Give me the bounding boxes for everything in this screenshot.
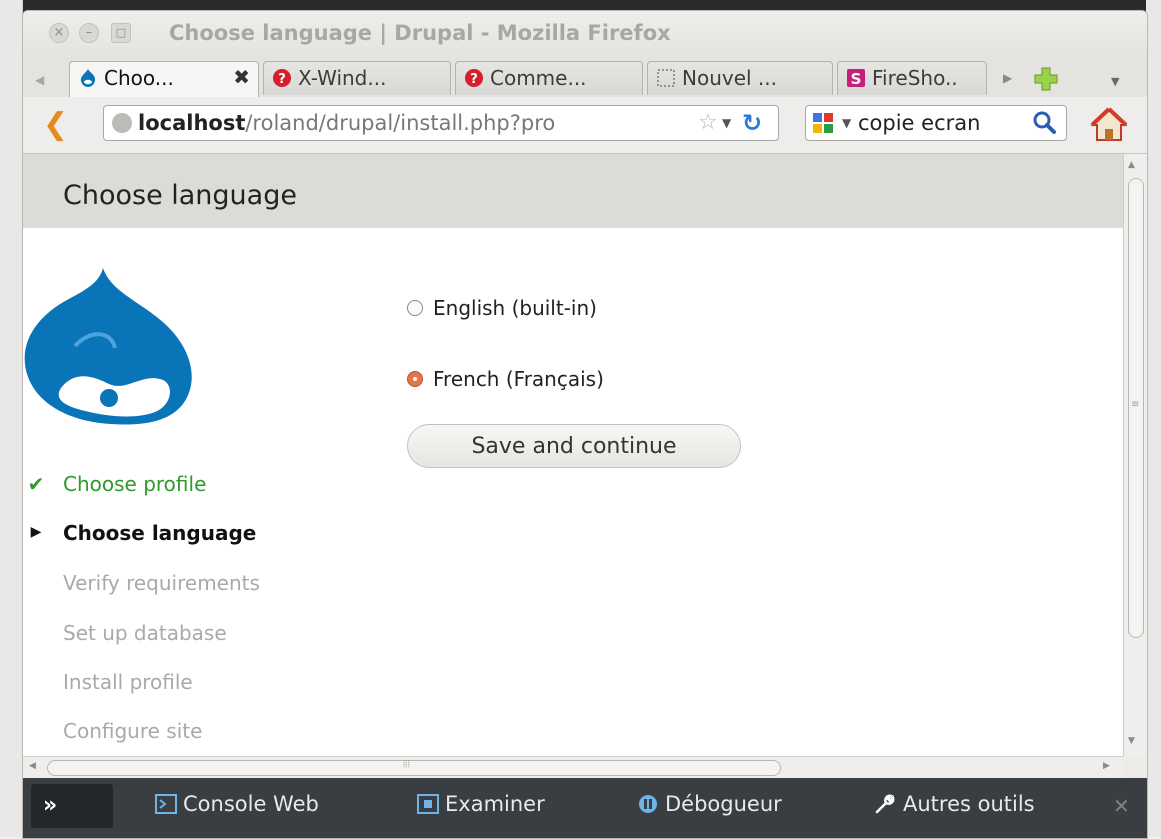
desktop-background-right (1146, 0, 1161, 837)
tab-label: FireSho.. (872, 66, 958, 90)
url-host: localhost (138, 111, 246, 135)
maximize-window-button[interactable]: □ (111, 23, 131, 43)
history-dropdown-icon[interactable]: ▼ (722, 116, 731, 130)
drupal-logo (24, 268, 192, 425)
pause-icon (639, 795, 657, 813)
grip-icon: ≡ (1131, 399, 1140, 410)
tab-label: Nouvel ... (682, 66, 777, 90)
title-bar: × – □ Choose language | Drupal - Mozilla… (23, 11, 1147, 57)
radio-english[interactable] (407, 300, 423, 316)
tab-label: Choo... (104, 66, 174, 90)
scroll-down-icon[interactable]: ▼ (1128, 736, 1135, 746)
svg-text:S: S (851, 70, 862, 88)
tab-choose-language[interactable]: Choo... ✖ (69, 61, 259, 97)
tab-scroll-left-icon[interactable]: ◀ (35, 73, 44, 87)
help-icon: ? (273, 69, 291, 87)
examiner-label: Examiner (445, 792, 545, 816)
close-window-button[interactable]: × (49, 23, 69, 43)
fireshot-icon: S (847, 69, 865, 88)
wrench-icon (875, 794, 895, 814)
search-input[interactable]: copie ecran (858, 111, 980, 135)
step-label: Configure site (63, 719, 203, 743)
step-install-profile: Install profile (63, 670, 193, 694)
checkmark-icon: ✔ (27, 472, 45, 496)
tab-scroll-right-icon[interactable]: ▶ (1003, 71, 1012, 85)
desktop-background-left (0, 0, 23, 837)
step-configure-site: Configure site (63, 719, 202, 743)
url-bar[interactable]: localhost/roland/drupal/install.php?pro … (103, 105, 779, 141)
step-label: Install profile (63, 670, 193, 694)
tab-comment[interactable]: ? Comme... (455, 61, 643, 95)
developer-toolbar: » Console Web Examiner Débogueur Autres … (23, 778, 1147, 838)
drupal-icon (80, 69, 96, 87)
google-icon (813, 113, 833, 133)
url-text: localhost/roland/drupal/install.php?pro (138, 111, 555, 135)
tab-fireshot[interactable]: S FireSho.. (837, 61, 987, 95)
tab-label: Comme... (490, 66, 587, 90)
bookmark-star-icon[interactable]: ☆ (698, 110, 718, 135)
step-choose-profile: ✔ Choose profile (28, 472, 207, 496)
help-icon: ? (465, 69, 483, 87)
reload-icon[interactable]: ↻ (742, 109, 762, 137)
tab-label: X-Wind... (298, 66, 387, 90)
firefox-window: × – □ Choose language | Drupal - Mozilla… (22, 10, 1148, 839)
home-icon[interactable] (1089, 105, 1129, 145)
step-label: Choose language (63, 521, 257, 545)
radio-label-english[interactable]: English (built-in) (433, 296, 597, 320)
tab-strip: ◀ Choo... ✖ ? X-Wind... ? Comme... Nouve… (23, 57, 1147, 98)
url-path: /roland/drupal/install.php?pro (245, 111, 556, 135)
back-arrow-icon[interactable]: ❮ (43, 107, 68, 142)
window-title: Choose language | Drupal - Mozilla Firef… (169, 21, 671, 45)
svg-text:?: ? (470, 72, 478, 87)
page-content: Choose language English (built-in) Frenc… (23, 154, 1123, 756)
search-icon[interactable] (1032, 110, 1056, 134)
scroll-right-icon[interactable]: ▶ (1103, 761, 1110, 771)
console-icon (155, 794, 177, 814)
tab-x-window[interactable]: ? X-Wind... (263, 61, 451, 95)
scroll-left-icon[interactable]: ◀ (29, 761, 36, 771)
radio-label-french[interactable]: French (Français) (433, 367, 604, 391)
console-web-button[interactable]: Console Web (155, 792, 319, 816)
globe-icon (112, 113, 132, 133)
step-label: Verify requirements (63, 571, 260, 595)
dotted-square-icon (657, 69, 675, 87)
grip-icon: ⦙⦙⦙ (403, 759, 410, 770)
horizontal-scrollbar[interactable]: ◀ ⦙⦙⦙ ▶ (23, 756, 1123, 779)
horizontal-scroll-thumb[interactable] (47, 760, 781, 776)
current-step-arrow-icon: ▶ (30, 524, 42, 540)
console-web-label: Console Web (183, 792, 319, 816)
close-devtools-icon[interactable]: ✕ (1113, 794, 1130, 818)
step-label: Set up database (63, 621, 227, 645)
search-engine-dropdown-icon[interactable]: ▼ (842, 116, 851, 130)
debugger-button[interactable]: Débogueur (637, 792, 782, 816)
debugger-label: Débogueur (665, 792, 782, 816)
vertical-scrollbar[interactable]: ▲ ≡ ▼ (1123, 154, 1147, 756)
other-tools-button[interactable]: Autres outils (875, 792, 1035, 816)
scroll-up-icon[interactable]: ▲ (1128, 160, 1135, 170)
inspector-icon (417, 794, 439, 814)
devtools-toggle-button[interactable]: » (31, 784, 113, 828)
step-verify-requirements: Verify requirements (63, 571, 260, 595)
step-choose-language: ▶ Choose language (31, 521, 257, 545)
navigation-bar: ❮ localhost/roland/drupal/install.php?pr… (23, 97, 1147, 154)
step-set-up-database: Set up database (63, 621, 227, 645)
examiner-button[interactable]: Examiner (417, 792, 545, 816)
svg-text:?: ? (278, 72, 286, 87)
step-label: Choose profile (63, 472, 207, 496)
search-bar[interactable]: ▼ copie ecran (805, 105, 1067, 141)
radio-french[interactable] (407, 371, 423, 387)
tab-list-chevron-down-icon[interactable]: ▼ (1111, 75, 1119, 88)
tab-close-icon[interactable]: ✖ (233, 65, 250, 89)
new-tab-icon[interactable] (1033, 66, 1059, 92)
other-tools-label: Autres outils (903, 792, 1035, 816)
page-header: Choose language (23, 154, 1123, 228)
page-title: Choose language (63, 180, 297, 211)
minimize-window-button[interactable]: – (79, 23, 99, 43)
tab-new[interactable]: Nouvel ... (647, 61, 833, 95)
save-and-continue-button[interactable]: Save and continue (407, 424, 741, 468)
